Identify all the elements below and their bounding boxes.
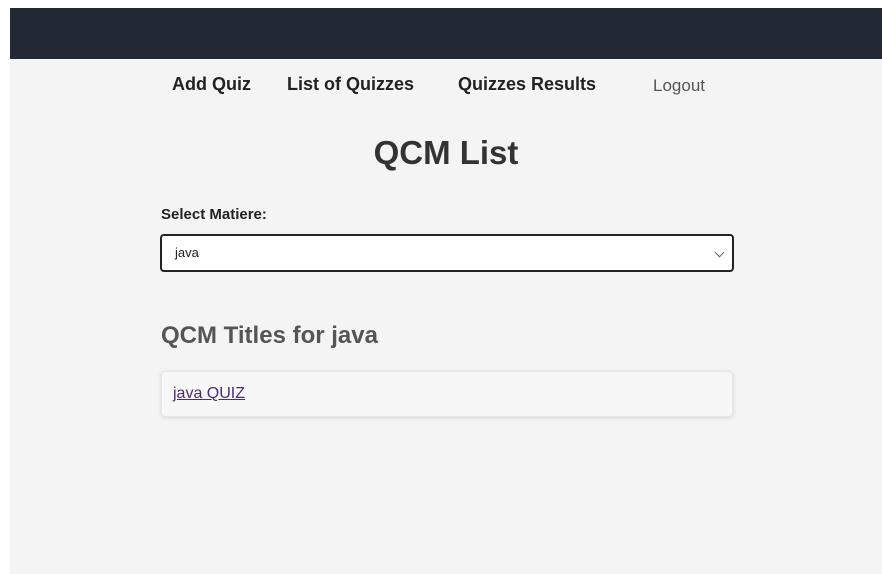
main-nav: Add Quiz List of Quizzes Quizzes Results… [10, 72, 882, 96]
select-matiere-label: Select Matiere: [161, 206, 267, 223]
app-frame: Add Quiz List of Quizzes Quizzes Results… [10, 8, 882, 574]
top-bar [10, 8, 882, 59]
section-title: QCM Titles for java [161, 322, 378, 349]
nav-quizzes-results[interactable]: Quizzes Results [458, 72, 596, 96]
nav-list-of-quizzes[interactable]: List of Quizzes [287, 72, 414, 96]
matiere-select-value: java [175, 245, 199, 260]
chevron-down-icon [714, 247, 725, 258]
logout-link[interactable]: Logout [653, 74, 705, 98]
matiere-select[interactable]: java [160, 234, 734, 272]
page-title: QCM List [373, 134, 519, 171]
list-item: java QUIZ [161, 371, 733, 417]
quiz-link[interactable]: java QUIZ [173, 384, 245, 404]
nav-add-quiz[interactable]: Add Quiz [172, 72, 251, 96]
